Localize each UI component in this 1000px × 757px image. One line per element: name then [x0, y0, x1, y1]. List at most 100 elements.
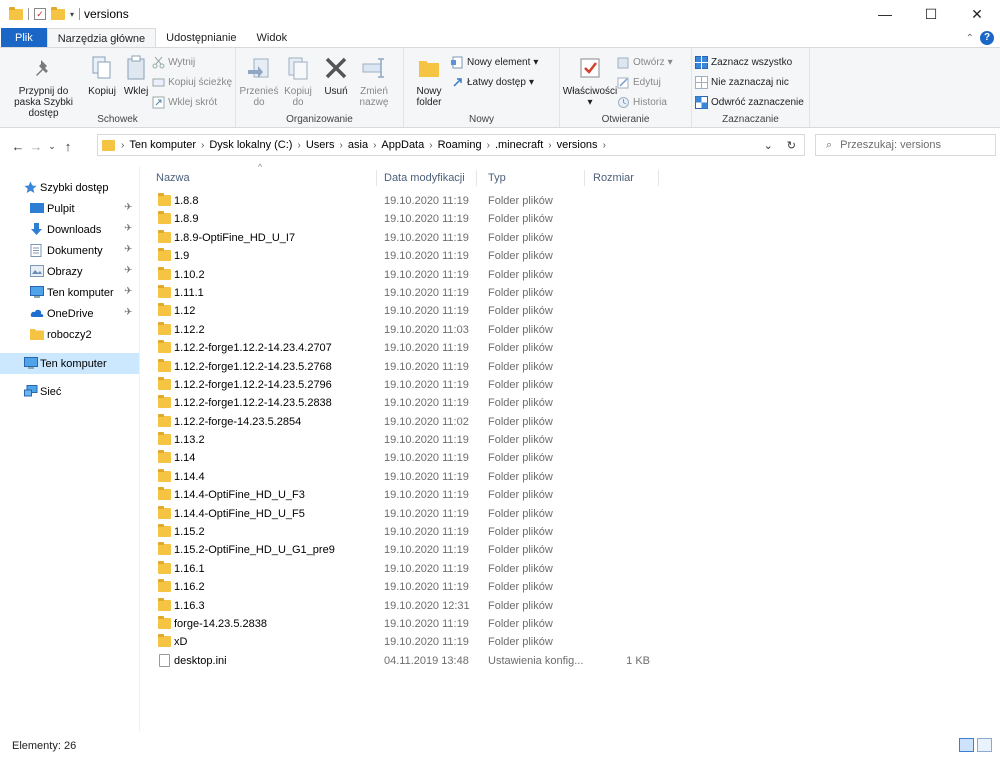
chevron-right-icon[interactable]: › [371, 140, 378, 151]
breadcrumb-item[interactable]: Roaming [435, 139, 485, 151]
pin-icon[interactable]: ✈ [124, 202, 132, 213]
breadcrumb-item[interactable]: Users [303, 139, 338, 151]
new-item-button[interactable]: Nowy element ▾ [451, 53, 538, 71]
breadcrumb-item[interactable]: .minecraft [492, 139, 546, 151]
tab-file[interactable]: Plik [1, 28, 47, 48]
file-row[interactable]: 1.16.2 19.10.2020 11:19 Folder plików [148, 578, 668, 596]
column-header-date[interactable]: Data modyfikacji [384, 172, 465, 184]
pin-icon[interactable]: ✈ [124, 223, 132, 234]
select-none-button[interactable]: Nie zaznaczaj nic [695, 73, 804, 91]
maximize-button[interactable]: ☐ [908, 0, 954, 28]
breadcrumb-item[interactable]: asia [345, 139, 371, 151]
sidebar-item-roboczy2[interactable]: roboczy2 [0, 324, 139, 345]
file-row[interactable]: 1.8.9 19.10.2020 11:19 Folder plików [148, 210, 668, 228]
invert-selection-button[interactable]: Odwróć zaznaczenie [695, 93, 804, 111]
sidebar-item-desktop[interactable]: Pulpit ✈ [0, 198, 139, 219]
file-row[interactable]: 1.16.3 19.10.2020 12:31 Folder plików [148, 597, 668, 615]
file-row[interactable]: xD 19.10.2020 11:19 Folder plików [148, 633, 668, 651]
file-row[interactable]: 1.8.8 19.10.2020 11:19 Folder plików [148, 192, 668, 210]
breadcrumb-item[interactable]: versions [554, 139, 601, 151]
file-row[interactable]: 1.16.1 19.10.2020 11:19 Folder plików [148, 560, 668, 578]
open-button[interactable]: Otwórz ▾ [617, 53, 673, 71]
search-box[interactable]: ⌕ Przeszukaj: versions [815, 134, 996, 156]
pin-icon[interactable]: ✈ [124, 307, 132, 318]
file-row[interactable]: 1.12.2 19.10.2020 11:03 Folder plików [148, 321, 668, 339]
file-row[interactable]: 1.12.2-forge1.12.2-14.23.5.2796 19.10.202… [148, 376, 668, 394]
file-row[interactable]: desktop.ini 04.11.2019 13:48 Ustawienia ko… [148, 652, 668, 670]
back-button[interactable]: ← [9, 139, 27, 154]
sidebar-item-documents[interactable]: Dokumenty ✈ [0, 240, 139, 261]
chevron-right-icon[interactable]: › [295, 140, 302, 151]
column-divider[interactable] [658, 170, 659, 186]
file-row[interactable]: 1.15.2 19.10.2020 11:19 Folder plików [148, 523, 668, 541]
file-row[interactable]: 1.12 19.10.2020 11:19 Folder plików [148, 302, 668, 320]
pin-icon[interactable]: ✈ [124, 286, 132, 297]
tab-share[interactable]: Udostępnianie [156, 28, 246, 48]
chevron-right-icon[interactable]: › [601, 140, 608, 151]
address-dropdown-icon[interactable]: ⌄ [764, 139, 773, 152]
copy-path-button[interactable]: Kopiuj ścieżkę [152, 73, 232, 91]
file-row[interactable]: 1.11.1 19.10.2020 11:19 Folder plików [148, 284, 668, 302]
file-row[interactable]: 1.14.4 19.10.2020 11:19 Folder plików [148, 468, 668, 486]
pin-icon[interactable]: ✈ [124, 244, 132, 255]
tab-home[interactable]: Narzędzia główne [46, 28, 157, 48]
sidebar-item-pictures[interactable]: Obrazy ✈ [0, 261, 139, 282]
chevron-right-icon[interactable]: › [338, 140, 345, 151]
help-icon[interactable]: ? [980, 31, 994, 45]
column-divider[interactable] [584, 170, 585, 186]
chevron-right-icon[interactable]: › [485, 140, 492, 151]
sidebar-item-network[interactable]: Sieć [0, 381, 139, 402]
column-header-name[interactable]: Nazwa [156, 172, 190, 184]
file-row[interactable]: 1.12.2-forge1.12.2-14.23.4.2707 19.10.202… [148, 339, 668, 357]
file-row[interactable]: 1.8.9-OptiFine_HD_U_I7 19.10.2020 11:19 Fo… [148, 229, 668, 247]
sidebar-item-this-pc[interactable]: Ten komputer ✈ [0, 282, 139, 303]
refresh-icon[interactable]: ↻ [787, 139, 796, 152]
pin-icon[interactable]: ✈ [124, 265, 132, 276]
sidebar-item-quick-access[interactable]: Szybki dostęp [0, 177, 139, 198]
breadcrumb-item[interactable]: Ten komputer [126, 139, 199, 151]
file-row[interactable]: 1.10.2 19.10.2020 11:19 Folder plików [148, 266, 668, 284]
easy-access-button[interactable]: Łatwy dostęp ▾ [451, 73, 538, 91]
breadcrumb-item[interactable]: AppData [378, 139, 427, 151]
minimize-button[interactable]: — [862, 0, 908, 28]
properties-check-icon[interactable]: ✓ [34, 8, 46, 20]
large-icons-view-icon[interactable] [977, 738, 992, 752]
file-row[interactable]: 1.12.2-forge1.12.2-14.23.5.2768 19.10.202… [148, 358, 668, 376]
cut-button[interactable]: Wytnij [152, 53, 232, 71]
sidebar-item-downloads[interactable]: Downloads ✈ [0, 219, 139, 240]
sidebar-item-onedrive[interactable]: OneDrive ✈ [0, 303, 139, 324]
up-button[interactable]: ↑ [59, 139, 77, 154]
chevron-right-icon[interactable]: › [546, 140, 553, 151]
chevron-right-icon[interactable]: › [427, 140, 434, 151]
close-button[interactable]: ✕ [954, 0, 1000, 28]
file-row[interactable]: 1.14.4-OptiFine_HD_U_F5 19.10.2020 11:19 F… [148, 505, 668, 523]
file-row[interactable]: forge-14.23.5.2838 19.10.2020 11:19 Folder… [148, 615, 668, 633]
address-bar[interactable]: › Ten komputer › Dysk lokalny (C:) › Use… [97, 134, 805, 156]
forward-button[interactable]: → [27, 139, 45, 154]
column-header-size[interactable]: Rozmiar [593, 172, 634, 184]
column-divider[interactable] [476, 170, 477, 186]
edit-button[interactable]: Edytuj [617, 73, 673, 91]
chevron-right-icon[interactable]: › [199, 140, 206, 151]
collapse-ribbon-icon[interactable]: ⌃ [966, 33, 974, 44]
recent-locations-button[interactable]: ⌄ [45, 141, 59, 152]
customize-toolbar-icon[interactable]: ▾ [70, 10, 74, 19]
column-header-type[interactable]: Typ [488, 172, 506, 184]
breadcrumb-item[interactable]: Dysk lokalny (C:) [206, 139, 295, 151]
file-row[interactable]: 1.9 19.10.2020 11:19 Folder plików [148, 247, 668, 265]
file-row[interactable]: 1.13.2 19.10.2020 11:19 Folder plików [148, 431, 668, 449]
new-folder-icon[interactable] [51, 6, 65, 20]
sidebar-item-this-pc-root[interactable]: Ten komputer [0, 353, 139, 374]
chevron-right-icon[interactable]: › [119, 140, 126, 151]
details-view-icon[interactable] [959, 738, 974, 752]
file-row[interactable]: 1.14 19.10.2020 11:19 Folder plików [148, 449, 668, 467]
history-button[interactable]: Historia [617, 93, 673, 111]
file-row[interactable]: 1.14.4-OptiFine_HD_U_F3 19.10.2020 11:19 F… [148, 486, 668, 504]
column-divider[interactable] [376, 170, 377, 186]
file-row[interactable]: 1.12.2-forge1.12.2-14.23.5.2838 19.10.202… [148, 394, 668, 412]
paste-shortcut-button[interactable]: Wklej skrót [152, 93, 232, 111]
select-all-button[interactable]: Zaznacz wszystko [695, 53, 804, 71]
folder-icon[interactable] [9, 6, 23, 20]
file-row[interactable]: 1.12.2-forge-14.23.5.2854 19.10.2020 11:0… [148, 413, 668, 431]
file-row[interactable]: 1.15.2-OptiFine_HD_U_G1_pre9 19.10.2020 1… [148, 541, 668, 559]
